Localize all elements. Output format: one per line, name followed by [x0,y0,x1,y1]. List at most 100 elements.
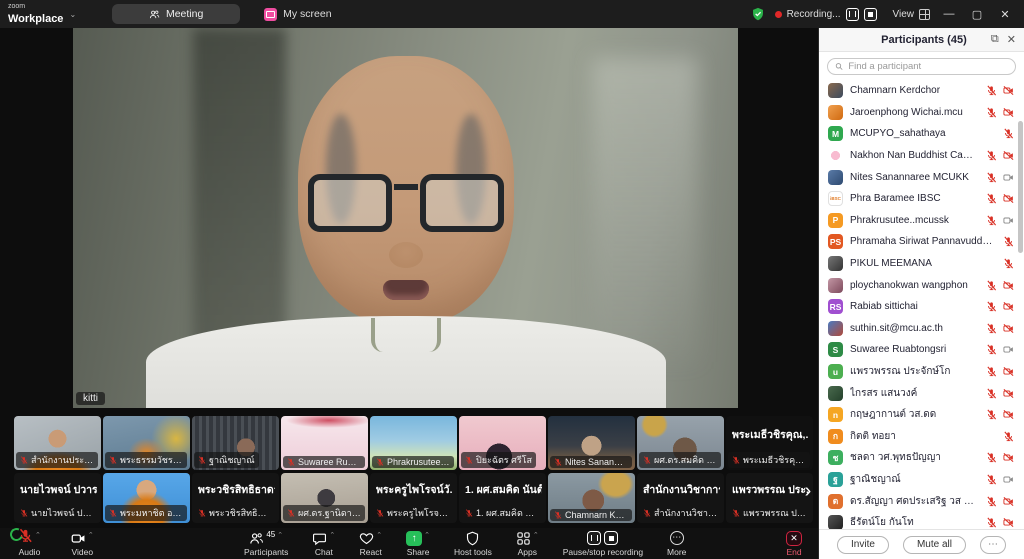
active-speaker-video[interactable]: kitti [73,28,738,408]
participant-row[interactable]: ดดร.สัญญา ศดประเสริฐ วส พุทธปัญญาฯ [819,490,1024,512]
participant-row[interactable]: ธีรัตน์โย กันโท [819,512,1024,529]
participant-row[interactable]: MMCUPYO_sahathaya [819,123,1024,145]
security-shield-icon[interactable] [751,7,765,21]
chevron-up-icon[interactable]: ⌃ [376,531,382,539]
camera-icon [71,531,86,546]
participant-search[interactable] [827,58,1016,75]
video-thumbnail[interactable]: พระมหาชิต อนุภทฺ... [103,473,190,523]
mic-muted-icon [986,172,997,183]
camera-on-icon [1003,172,1014,183]
apps-button[interactable]: ⌃ Apps [512,531,543,557]
video-thumbnail[interactable]: Nites Sanannar... [548,416,635,470]
camera-off-icon [1003,517,1014,528]
avatar: ฐ [828,472,843,487]
end-button[interactable]: ✕ End [786,531,802,557]
avatar [828,515,843,529]
pause-recording-icon[interactable] [587,531,601,545]
video-thumbnail[interactable]: พระวชิรสิทธิธาดา...พระวชิรสิทธิธาดา ... [192,473,279,523]
participant-row[interactable]: Nakhon Nan Buddhist Campus [819,145,1024,167]
minimize-button[interactable]: — [940,8,958,20]
participant-row[interactable]: กกิตติ ทอยา [819,426,1024,448]
mic-muted-icon [986,517,997,528]
pause-stop-recording-button[interactable]: Pause/stop recording [559,531,647,557]
avatar [828,105,843,120]
video-thumbnail[interactable]: สำนักงานประกันค... [14,416,101,470]
video-thumbnail[interactable]: ฐาณิชญาณ์ [192,416,279,470]
chevron-up-icon[interactable]: ⌃ [35,531,41,539]
camera-off-icon [1003,409,1014,420]
chevron-up-icon[interactable]: ⌃ [329,531,335,539]
view-button[interactable]: View [893,9,931,20]
video-thumbnail[interactable]: สำนักงานวิชาการ...สำนักงานวิชาการ ... [637,473,724,523]
video-thumbnail[interactable]: ผศ.ดร.สมคิด เลขา... [637,416,724,470]
chevron-up-icon[interactable]: ⌃ [424,531,430,539]
participant-row[interactable]: ชชลดา วศ.พุทธปัญญา [819,447,1024,469]
stop-recording-icon[interactable] [604,531,618,545]
participant-row[interactable]: iBSCPhra Baramee IBSC [819,188,1024,210]
video-button[interactable]: ⌃ Video [67,531,98,557]
participant-row[interactable]: PSPhramaha Siriwat Pannavuddho IBSC [819,231,1024,253]
tab-meeting[interactable]: Meeting [112,4,240,24]
host-tools-button[interactable]: Host tools [450,531,496,557]
participant-row[interactable]: Chamnarn Kerdchor [819,80,1024,102]
background-blur [592,58,698,362]
avatar [828,321,843,336]
video-thumbnail[interactable]: 1. ผศ.สมคิด นันต๊ะ1. ผศ.สมคิด นันต๊ะ [459,473,546,523]
audio-button[interactable]: ⌃ Audio [14,531,45,557]
video-thumbnail[interactable]: Chamnarn Kerd... [548,473,635,523]
close-panel-icon[interactable]: ✕ [1007,33,1016,46]
chevron-up-icon[interactable]: ⌃ [277,531,283,539]
participant-row[interactable]: Jaroenphong Wichai.mcu [819,102,1024,124]
more-button[interactable]: ⋯ More [663,531,690,557]
chevron-up-icon[interactable]: ⌃ [88,531,94,539]
video-thumbnail[interactable]: นายไวพจน์ ปวาร...นายไวพจน์ ปรากฏ... [14,473,101,523]
participant-row[interactable]: suthin.sit@mcu.ac.th [819,318,1024,340]
avatar [828,83,843,98]
participant-list[interactable]: Chamnarn Kerdchor Jaroenphong Wichai.mcu… [819,79,1024,529]
participant-row[interactable]: uแพรวพรรณ ประจักษ์โก [819,361,1024,383]
scrollbar[interactable] [1018,121,1023,253]
participant-row[interactable]: ไกรสร แสนวงค์ [819,382,1024,404]
mic-muted-icon [986,452,997,463]
video-thumbnail[interactable]: พระเมธีวชิรคุณ,...พระเมธีวชิรคุณ, ร... [726,416,813,470]
video-thumbnail[interactable]: Phrakrusutee..m... [370,416,457,470]
chat-button[interactable]: ⌃ Chat [308,531,339,557]
avatar [828,386,843,401]
react-button[interactable]: ⌃ React [355,531,386,557]
pause-recording-icon[interactable] [846,8,859,21]
participant-row[interactable]: RSRabiab sittichai [819,296,1024,318]
maximize-button[interactable]: ▢ [968,8,986,21]
participant-row[interactable]: ฐฐาณิชญาณ์ [819,469,1024,491]
mic-muted-icon [1003,128,1014,139]
avatar: RS [828,299,843,314]
chevron-up-icon[interactable]: ⌃ [533,531,539,539]
share-button[interactable]: ↑⌃ Share [402,531,434,557]
invite-button[interactable]: Invite [837,536,889,554]
video-thumbnail[interactable]: ปิยะฉัตร ศรีโส [459,416,546,470]
participant-row[interactable]: Nites Sanannaree MCUKK [819,166,1024,188]
share-screen-icon: ↑ [406,531,422,546]
participant-row[interactable]: ploychanokwan wangphon [819,274,1024,296]
participant-row[interactable]: PIKUL MEEMANA [819,253,1024,275]
participants-button[interactable]: 45⌃ Participants [240,531,292,557]
end-call-icon: ✕ [786,531,802,546]
zoom-workplace-logo[interactable]: zoom Workplace [8,3,63,26]
stop-recording-icon[interactable] [864,8,877,21]
participant-row[interactable]: PPhrakrusutee..mcussk [819,210,1024,232]
filmstrip-next-button[interactable]: › [800,476,816,506]
mute-all-button[interactable]: Mute all [903,536,966,554]
avatar [828,278,843,293]
popout-icon[interactable]: ⧉ [991,33,999,46]
participant-row[interactable]: nกฤษฎากานต์ วส.ดด [819,404,1024,426]
participant-row[interactable]: SSuwaree Ruabtongsri [819,339,1024,361]
panel-more-button[interactable]: ⋯ [980,536,1006,554]
camera-off-icon [1003,323,1014,334]
search-input[interactable] [848,61,1008,72]
close-button[interactable]: ✕ [996,8,1014,21]
tab-my-screen[interactable]: My screen [264,8,331,21]
video-thumbnail[interactable]: พระครูไพโรจน์วั...พระครูไพโรจน์วีมน... [370,473,457,523]
video-thumbnail[interactable]: ผศ.ดร.ฐานิดา มั่นคง [281,473,368,523]
video-thumbnail[interactable]: พระธรรมวัชรบัณฑิ... [103,416,190,470]
chevron-down-icon[interactable]: ⌄ [69,10,76,19]
video-thumbnail[interactable]: Suwaree Ruabt... [281,416,368,470]
